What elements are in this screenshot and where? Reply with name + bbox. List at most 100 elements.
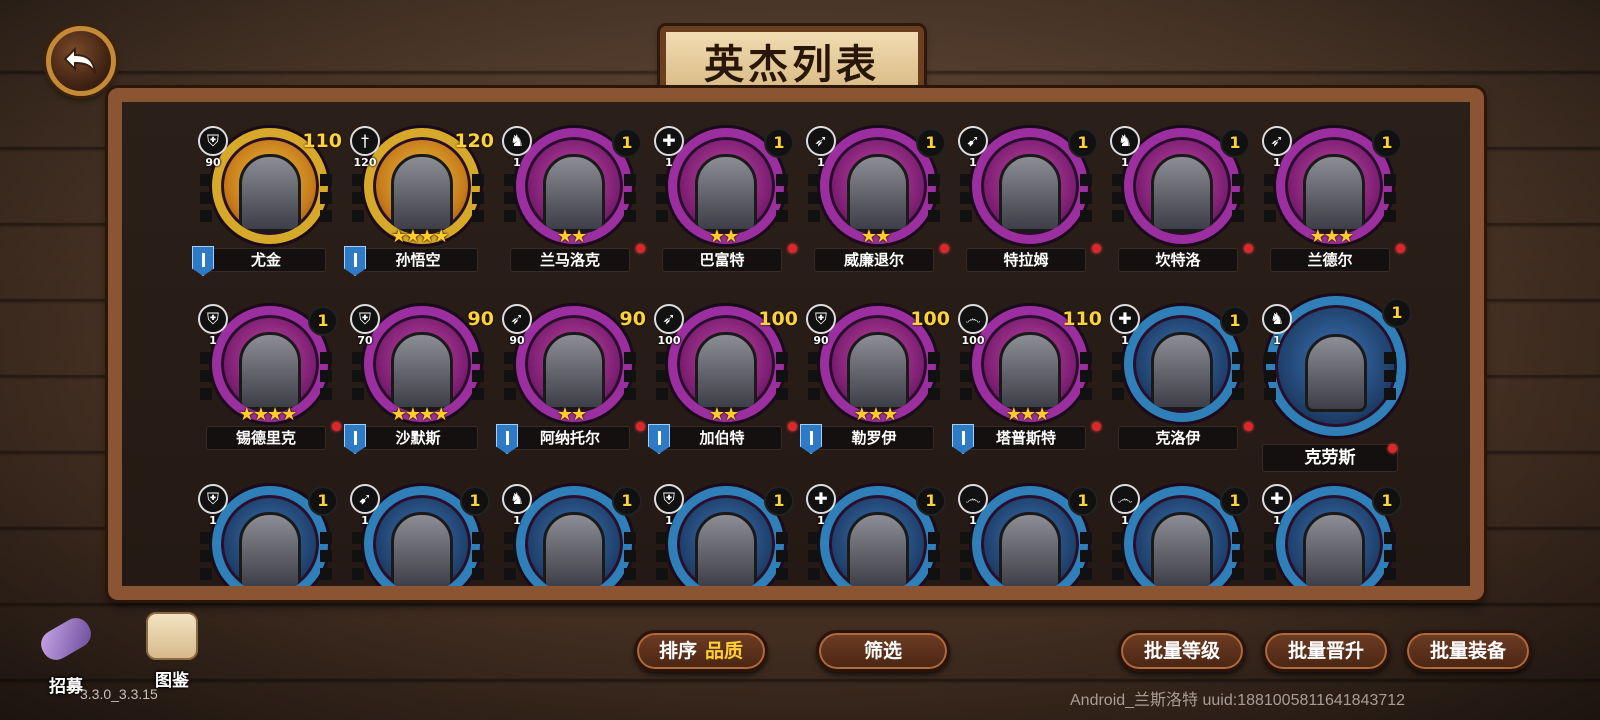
- class-level: 1: [361, 514, 369, 527]
- class-icon: ⛨: [806, 304, 836, 334]
- hero-name: 沙默斯: [358, 426, 478, 450]
- back-button[interactable]: [46, 26, 116, 96]
- class-level: 1: [1273, 156, 1281, 169]
- hero-figure: [847, 154, 909, 232]
- equip-slots-left: [504, 352, 516, 400]
- class-level: 1: [969, 156, 977, 169]
- sort-label: 排序: [658, 640, 697, 662]
- hero-name: 兰德尔: [1270, 248, 1390, 272]
- star-rating: ★★★★: [390, 404, 450, 425]
- recruit-button[interactable]: 招募: [34, 612, 98, 697]
- hero-card[interactable]: ✚ 1 1: [800, 478, 950, 586]
- filter-button[interactable]: 筛选: [816, 630, 950, 672]
- hero-figure: [391, 154, 453, 232]
- star-rating: ★★: [708, 226, 739, 247]
- level-badge: 1: [916, 128, 946, 158]
- hero-card[interactable]: ➶ 100 100 ★★ 加伯特: [648, 298, 798, 468]
- hero-grid-scroll-area[interactable]: ⛨ 90 110 尤金 † 120 120 ★★★★ 孙悟空 ♞ 1 1 ★★ 兰马洛克 ✚ 1 1 ★★ 巴富特 ➶…: [122, 102, 1470, 586]
- equip-slots-left: [1112, 174, 1124, 222]
- level-badge: 1: [308, 486, 338, 516]
- hero-card[interactable]: ෴ 1 1: [952, 478, 1102, 586]
- level-badge: 1: [308, 306, 338, 336]
- hero-card[interactable]: ⛨ 70 90 ★★★★ 沙默斯: [344, 298, 494, 468]
- hero-card[interactable]: ⛨ 1 1: [648, 478, 798, 586]
- hero-card[interactable]: ⛨ 1 1: [192, 478, 342, 586]
- hero-card[interactable]: ⛨ 1 1 ★★★★ 锡德里克: [192, 298, 342, 468]
- equip-slots-right: [928, 174, 940, 222]
- equip-slots-right: [928, 352, 940, 400]
- class-level: 1: [665, 156, 673, 169]
- hero-card[interactable]: ⛨ 90 110 尤金: [192, 120, 342, 290]
- level-badge: 1: [1068, 128, 1098, 158]
- notification-dot: [788, 244, 797, 253]
- level-badge: 110: [302, 130, 342, 152]
- class-level: 1: [209, 514, 217, 527]
- batch-equip-button[interactable]: 批量装备: [1404, 630, 1532, 672]
- hero-figure: [1303, 512, 1365, 586]
- class-icon: ✚: [806, 484, 836, 514]
- class-icon: ⛨: [198, 126, 228, 156]
- equip-slots-right: [1232, 352, 1244, 400]
- equip-slots-right: [624, 532, 636, 580]
- level-badge: 1: [460, 486, 490, 516]
- hero-card[interactable]: ➶ 1 1 ★★★ 兰德尔: [1256, 120, 1406, 290]
- notification-dot: [1396, 244, 1405, 253]
- codex-button[interactable]: 图鉴: [140, 612, 204, 691]
- notification-dot: [788, 422, 797, 431]
- hero-figure: [999, 154, 1061, 232]
- hero-name: 兰马洛克: [510, 248, 630, 272]
- sort-button[interactable]: 排序 品质: [634, 630, 768, 672]
- hero-card[interactable]: ➶ 1 1 ★★ 威廉退尔: [800, 120, 950, 290]
- class-level: 1: [665, 514, 673, 527]
- class-icon: ➶: [806, 126, 836, 156]
- level-badge: 110: [1062, 308, 1102, 330]
- equip-slots-right: [320, 352, 332, 400]
- hero-name: 尤金: [206, 248, 326, 272]
- hero-card[interactable]: † 120 120 ★★★★ 孙悟空: [344, 120, 494, 290]
- hero-name: 孙悟空: [358, 248, 478, 272]
- equip-slots-left: [352, 174, 364, 222]
- hero-card[interactable]: ♞ 1 1: [496, 478, 646, 586]
- equip-slots-right: [472, 352, 484, 400]
- batch-promote-button[interactable]: 批量晋升: [1262, 630, 1390, 672]
- hero-card[interactable]: ෴ 1 1: [1104, 478, 1254, 586]
- hero-card[interactable]: ➹ 1 1: [344, 478, 494, 586]
- class-icon: ♞: [1110, 126, 1140, 156]
- equip-slots-right: [320, 532, 332, 580]
- class-level: 90: [509, 334, 525, 347]
- hero-card[interactable]: ♞ 1 1 克劳斯: [1256, 296, 1412, 472]
- hero-card[interactable]: ✚ 1 1 ★★ 巴富特: [648, 120, 798, 290]
- batch-level-button[interactable]: 批量等级: [1118, 630, 1246, 672]
- hero-figure: [847, 512, 909, 586]
- batch-level-label: 批量等级: [1143, 640, 1220, 662]
- equip-slots-left: [504, 174, 516, 222]
- equip-slots-left: [808, 532, 820, 580]
- hero-card[interactable]: ✚ 1 1 克洛伊: [1104, 298, 1254, 468]
- hero-card[interactable]: ♞ 1 1 ★★ 兰马洛克: [496, 120, 646, 290]
- hero-card[interactable]: ♞ 1 1 坎特洛: [1104, 120, 1254, 290]
- star-rating: ★★★: [1309, 226, 1354, 247]
- level-badge: 90: [619, 308, 646, 330]
- version-text: 3.3.0_3.3.15: [80, 686, 158, 702]
- class-icon: ➹: [350, 484, 380, 514]
- hero-figure: [391, 332, 453, 410]
- class-level: 100: [657, 334, 681, 347]
- hero-name: 巴富特: [662, 248, 782, 272]
- hero-card[interactable]: ෴ 100 110 ★★★ 塔普斯特: [952, 298, 1102, 468]
- hero-figure: [695, 154, 757, 232]
- hero-card[interactable]: ➶ 90 90 ★★ 阿纳托尔: [496, 298, 646, 468]
- class-level: 1: [1121, 156, 1129, 169]
- hero-card[interactable]: ➹ 1 1 特拉姆: [952, 120, 1102, 290]
- equip-slots-left: [808, 352, 820, 400]
- class-icon: ⛨: [198, 484, 228, 514]
- level-badge: 100: [910, 308, 950, 330]
- hero-figure: [847, 332, 909, 410]
- notification-dot: [1092, 244, 1101, 253]
- hero-figure: [999, 512, 1061, 586]
- class-icon: ➶: [1262, 126, 1292, 156]
- hero-card[interactable]: ⛨ 90 100 ★★★ 勒罗伊: [800, 298, 950, 468]
- hero-card[interactable]: ✚ 1 1: [1256, 478, 1406, 586]
- hero-figure: [239, 332, 301, 410]
- class-icon: ♞: [502, 484, 532, 514]
- class-level: 1: [1273, 514, 1281, 527]
